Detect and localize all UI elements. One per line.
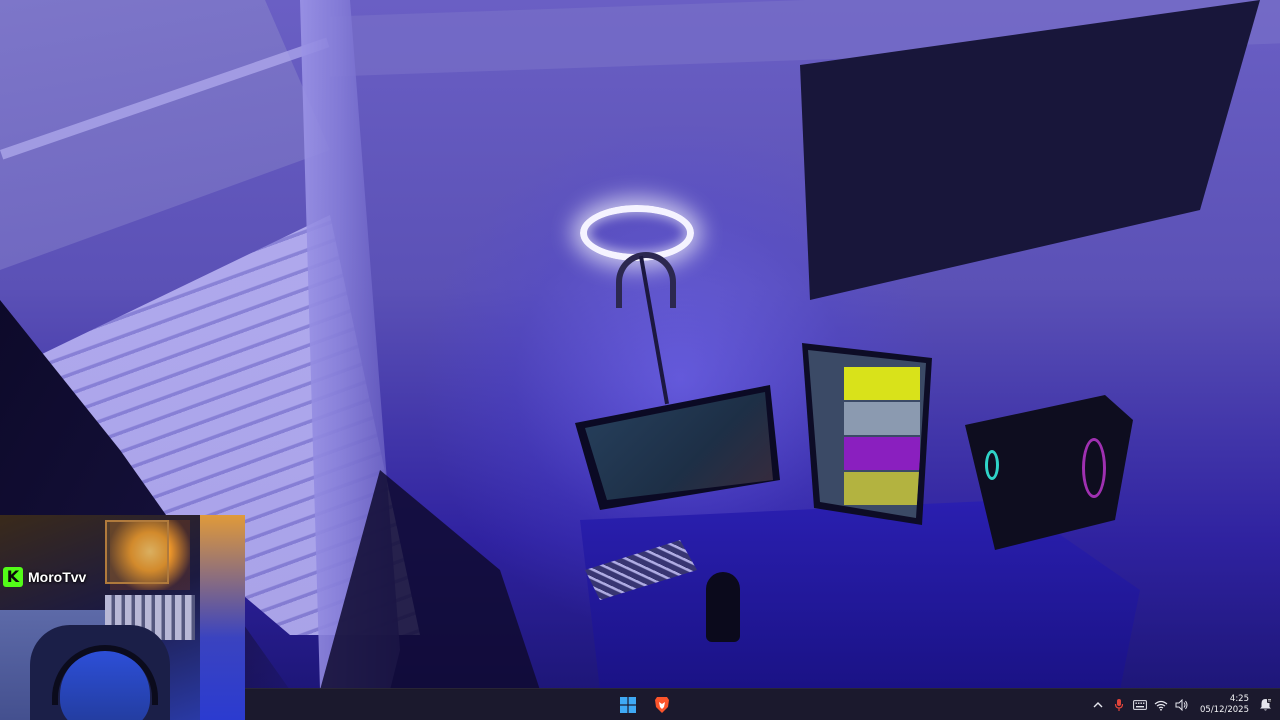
keyboard-icon[interactable] — [1129, 691, 1150, 719]
system-tray: 4:25 05/12/2025 — [1087, 689, 1280, 720]
desktop: K MoroTvv 4:25 05/12/2025 — [0, 0, 1280, 720]
taskbar: 4:25 05/12/2025 — [245, 688, 1280, 720]
screen-tile — [844, 472, 920, 505]
chevron-up-icon[interactable] — [1087, 691, 1108, 719]
screen-tile — [844, 367, 920, 400]
wifi-icon[interactable] — [1150, 691, 1171, 719]
streamer-badge: K MoroTvv — [3, 566, 86, 588]
screen-tile — [844, 437, 920, 470]
streamer-name: MoroTvv — [28, 569, 87, 585]
taskbar-clock[interactable]: 4:25 05/12/2025 — [1192, 689, 1254, 720]
screen-tile — [844, 402, 920, 435]
speaker-icon[interactable] — [1171, 691, 1192, 719]
microphone-icon[interactable] — [1108, 691, 1129, 719]
webcam-background-glow — [200, 515, 245, 720]
start-button[interactable] — [615, 692, 641, 718]
right-monitor-screen — [808, 350, 926, 518]
pc-rgb-fan — [1082, 438, 1106, 498]
webcam-poster — [105, 520, 169, 584]
clock-date: 05/12/2025 — [1200, 705, 1249, 715]
notification-bell-icon[interactable] — [1254, 691, 1276, 719]
clock-time: 4:25 — [1229, 694, 1249, 704]
kick-logo-letter: K — [6, 567, 20, 586]
webcam-overlay — [0, 515, 245, 720]
kick-logo-icon: K — [3, 567, 23, 587]
studio-microphone — [706, 572, 740, 642]
taskbar-pinned-apps — [615, 689, 675, 720]
brave-browser-button[interactable] — [649, 692, 675, 718]
brave-lion-icon — [655, 697, 669, 713]
windows-logo-icon — [620, 697, 636, 713]
pc-rgb-fan — [985, 450, 999, 480]
